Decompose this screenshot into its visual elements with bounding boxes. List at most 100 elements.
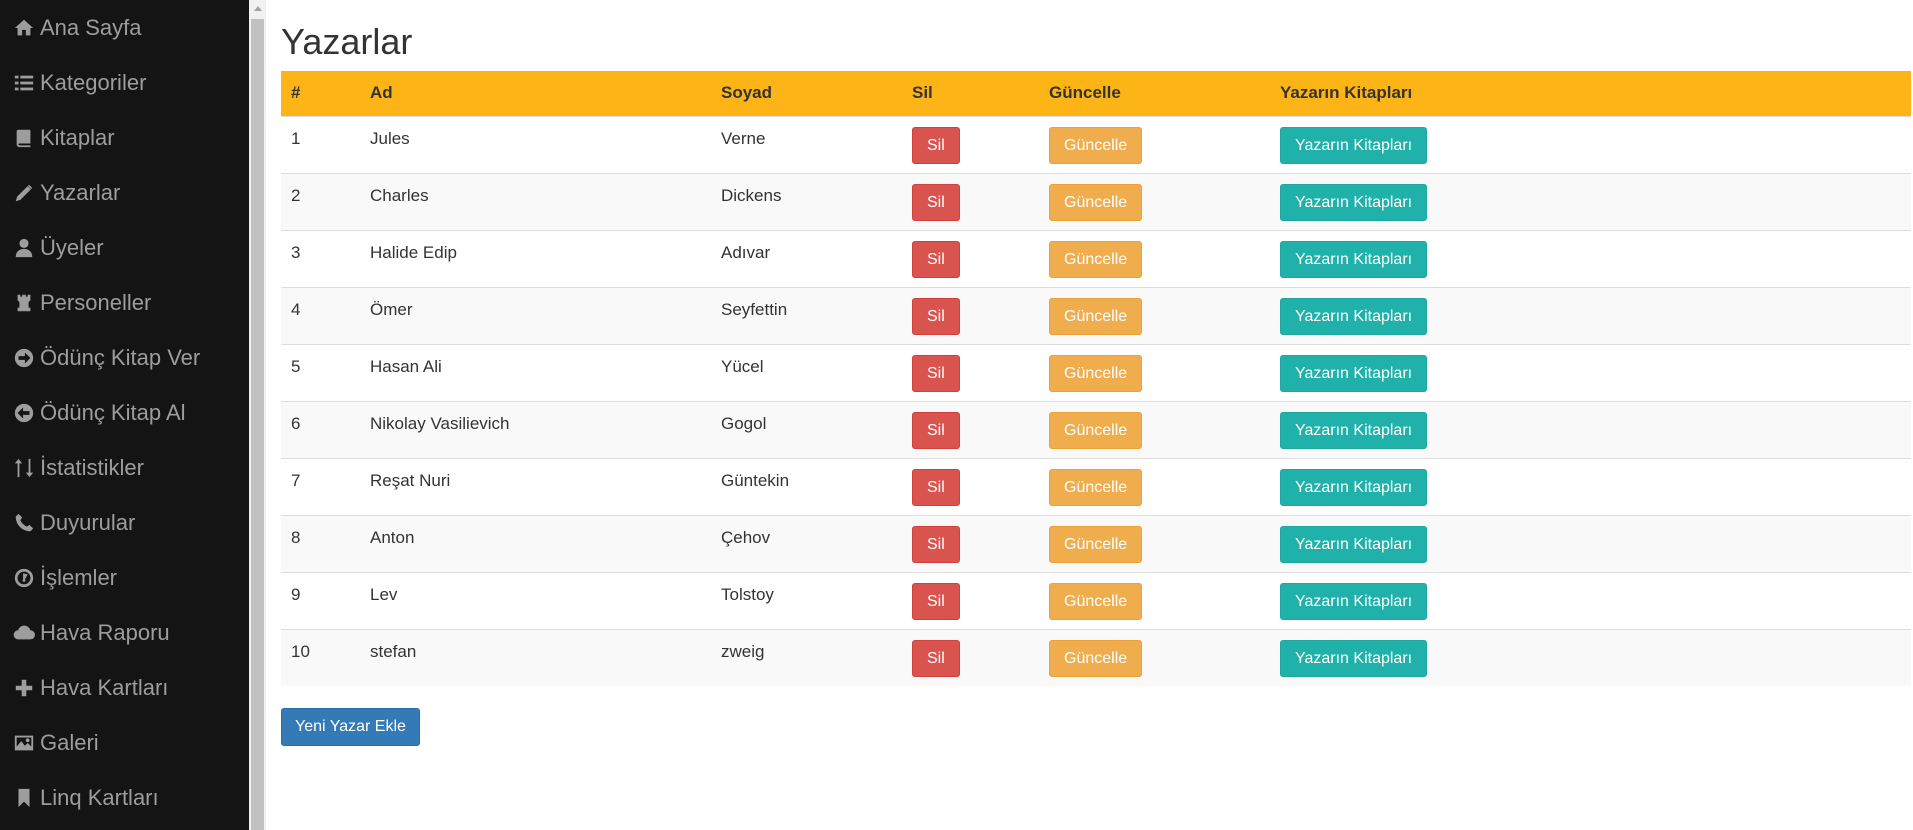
update-button[interactable]: Güncelle	[1049, 240, 1143, 278]
delete-cell: Sil	[902, 116, 1039, 173]
cell-last-name: Güntekin	[721, 470, 790, 490]
update-cell: Güncelle	[1039, 287, 1270, 344]
header-author-books: Yazarın Kitapları	[1280, 83, 1413, 103]
cell-first-name: Anton	[370, 527, 415, 547]
delete-button[interactable]: Sil	[912, 468, 960, 506]
cell-first-name: Halide Edip	[370, 242, 457, 262]
author-books-button[interactable]: Yazarın Kitapları	[1280, 468, 1428, 506]
cell-last-name: Adıvar	[721, 242, 771, 262]
sidebar-item-2[interactable]: Kitaplar	[0, 110, 249, 165]
update-button[interactable]: Güncelle	[1049, 525, 1143, 563]
update-button[interactable]: Güncelle	[1049, 126, 1143, 164]
plus-icon	[11, 676, 37, 700]
sidebar-item-5[interactable]: Personeller	[0, 275, 249, 330]
cell-number: 5	[291, 356, 301, 376]
table-row: 7 Reşat Nuri Güntekin Sil Güncelle Yazarın Ki…	[281, 458, 1911, 515]
sidebar-item-7[interactable]: Ödünç Kitap Al	[0, 385, 249, 440]
header-last-name: Soyad	[721, 83, 773, 103]
page-title: Yazarlar	[281, 21, 413, 62]
add-author-button[interactable]: Yeni Yazar Ekle	[281, 708, 420, 746]
sidebar-item-label: Duyurular	[40, 509, 136, 535]
sidebar-item-label: İstatistikler	[40, 454, 144, 480]
author-books-button[interactable]: Yazarın Kitapları	[1280, 582, 1428, 620]
author-books-cell: Yazarın Kitapları	[1270, 344, 1911, 401]
delete-button[interactable]: Sil	[912, 297, 960, 335]
author-books-button[interactable]: Yazarın Kitapları	[1280, 240, 1428, 278]
author-books-button[interactable]: Yazarın Kitapları	[1280, 411, 1428, 449]
author-books-button[interactable]: Yazarın Kitapları	[1280, 183, 1428, 221]
update-button[interactable]: Güncelle	[1049, 411, 1143, 449]
cell-number: 7	[291, 470, 301, 490]
sidebar-item-0[interactable]: Ana Sayfa	[0, 0, 249, 55]
cell-first-name: Ömer	[370, 299, 413, 319]
sidebar-item-label: Personeller	[40, 289, 152, 315]
delete-button[interactable]: Sil	[912, 411, 960, 449]
author-books-cell: Yazarın Kitapları	[1270, 173, 1911, 230]
cell-number: 2	[291, 185, 301, 205]
author-books-button[interactable]: Yazarın Kitapları	[1280, 354, 1428, 392]
update-cell: Güncelle	[1039, 401, 1270, 458]
sidebar-item-14[interactable]: Linq Kartları	[0, 770, 249, 825]
author-books-button[interactable]: Yazarın Kitapları	[1280, 297, 1428, 335]
sidebar-item-8[interactable]: İstatistikler	[0, 440, 249, 495]
sidebar-item-12[interactable]: Hava Kartları	[0, 660, 249, 715]
cell-last-name: Çehov	[721, 527, 771, 547]
scroll-up-arrow-icon[interactable]	[249, 0, 266, 17]
sidebar-item-label: Yazarlar	[40, 179, 121, 205]
table-row: 8 Anton Çehov Sil Güncelle Yazarın Kitapları	[281, 515, 1911, 572]
delete-button[interactable]: Sil	[912, 525, 960, 563]
update-button[interactable]: Güncelle	[1049, 639, 1143, 677]
cell-number: 3	[291, 242, 301, 262]
author-books-button[interactable]: Yazarın Kitapları	[1280, 126, 1428, 164]
cell-number: 4	[291, 299, 301, 319]
table-header-row: # Ad Soyad Sil Güncelle Yazarın Kitaplar…	[281, 71, 1911, 116]
cell-number: 8	[291, 527, 301, 547]
sidebar-item-3[interactable]: Yazarlar	[0, 165, 249, 220]
update-button[interactable]: Güncelle	[1049, 297, 1143, 335]
dashboard-icon	[11, 566, 37, 590]
update-cell: Güncelle	[1039, 116, 1270, 173]
scrollbar-thumb[interactable]	[251, 19, 264, 830]
sidebar-item-4[interactable]: Üyeler	[0, 220, 249, 275]
sidebar-item-9[interactable]: Duyurular	[0, 495, 249, 550]
delete-button[interactable]: Sil	[912, 354, 960, 392]
delete-button[interactable]: Sil	[912, 639, 960, 677]
sidebar-item-10[interactable]: İşlemler	[0, 550, 249, 605]
sidebar-item-11[interactable]: Hava Raporu	[0, 605, 249, 660]
update-button[interactable]: Güncelle	[1049, 183, 1143, 221]
delete-button[interactable]: Sil	[912, 240, 960, 278]
cloud-icon	[11, 621, 37, 645]
table-row: 1 Jules Verne Sil Güncelle Yazarın Kitapları	[281, 116, 1911, 173]
update-cell: Güncelle	[1039, 230, 1270, 287]
cell-number: 1	[291, 128, 301, 148]
sidebar-item-label: Üyeler	[40, 234, 104, 260]
header-update: Güncelle	[1049, 83, 1121, 103]
cell-number: 10	[291, 641, 310, 661]
table-row: 9 Lev Tolstoy Sil Güncelle Yazarın Kitapları	[281, 572, 1911, 629]
authors-table: # Ad Soyad Sil Güncelle Yazarın Kitaplar…	[281, 71, 1911, 686]
update-button[interactable]: Güncelle	[1049, 354, 1143, 392]
delete-cell: Sil	[902, 173, 1039, 230]
author-books-cell: Yazarın Kitapları	[1270, 629, 1911, 686]
sidebar-item-1[interactable]: Kategoriler	[0, 55, 249, 110]
cell-last-name: Gogol	[721, 413, 767, 433]
delete-cell: Sil	[902, 230, 1039, 287]
sidebar-item-6[interactable]: Ödünç Kitap Ver	[0, 330, 249, 385]
update-cell: Güncelle	[1039, 629, 1270, 686]
delete-button[interactable]: Sil	[912, 183, 960, 221]
author-books-button[interactable]: Yazarın Kitapları	[1280, 525, 1428, 563]
cell-number: 6	[291, 413, 301, 433]
update-button[interactable]: Güncelle	[1049, 468, 1143, 506]
delete-button[interactable]: Sil	[912, 582, 960, 620]
circle-arrow-right-icon	[11, 346, 37, 370]
table-row: 6 Nikolay Vasilievich Gogol Sil Güncelle Yaza…	[281, 401, 1911, 458]
update-button[interactable]: Güncelle	[1049, 582, 1143, 620]
list-icon	[11, 71, 37, 95]
sidebar-scrollbar[interactable]	[249, 0, 266, 830]
main-content: Yazarlar # Ad Soyad Sil Güncelle Yazarın…	[266, 0, 1913, 830]
update-cell: Güncelle	[1039, 344, 1270, 401]
sidebar-item-13[interactable]: Galeri	[0, 715, 249, 770]
update-cell: Güncelle	[1039, 515, 1270, 572]
author-books-button[interactable]: Yazarın Kitapları	[1280, 639, 1428, 677]
delete-button[interactable]: Sil	[912, 126, 960, 164]
